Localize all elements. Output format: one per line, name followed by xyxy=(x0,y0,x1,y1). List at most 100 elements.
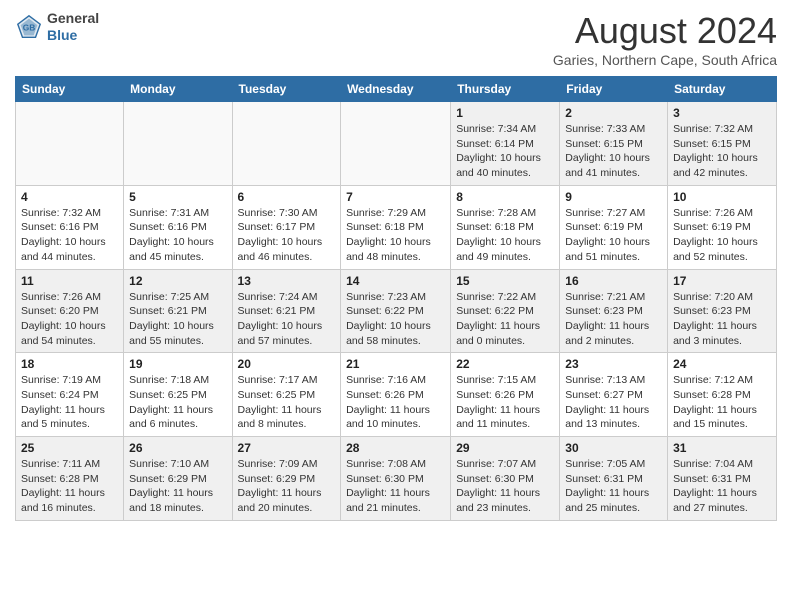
calendar-cell: 26Sunrise: 7:10 AM Sunset: 6:29 PM Dayli… xyxy=(124,437,232,521)
day-info: Sunrise: 7:19 AM Sunset: 6:24 PM Dayligh… xyxy=(21,373,118,432)
calendar-cell: 11 Sunrise: 7:26 AM Sunset: 6:20 PM Dayli… xyxy=(16,269,124,353)
calendar-cell: 25 Sunrise: 7:11 AM Sunset: 6:28 PM Dayli… xyxy=(16,437,124,521)
day-info: Sunrise: 7:29 AM Sunset: 6:18 PM Dayligh… xyxy=(346,206,445,265)
day-info: Sunrise: 7:04 AM Sunset: 6:31 PM Dayligh… xyxy=(673,457,771,516)
calendar-cell: 2 Sunrise: 7:33 AM Sunset: 6:15 PM Daylig… xyxy=(560,102,668,186)
day-number: 2 xyxy=(565,106,662,120)
calendar-cell: 4 Sunrise: 7:32 AM Sunset: 6:16 PM Daylig… xyxy=(16,185,124,269)
calendar-cell: 17 Sunrise: 7:20 AM Sunset: 6:23 PM Dayli… xyxy=(668,269,777,353)
calendar-cell xyxy=(232,102,341,186)
calendar-cell: 29Sunrise: 7:07 AM Sunset: 6:30 PM Dayli… xyxy=(451,437,560,521)
day-info: Sunrise: 7:15 AM Sunset: 6:26 PM Dayligh… xyxy=(456,373,554,432)
day-info: Sunrise: 7:30 AM Sunset: 6:17 PM Dayligh… xyxy=(238,206,336,265)
calendar-cell: 31 Sunrise: 7:04 AM Sunset: 6:31 PM Dayli… xyxy=(668,437,777,521)
day-info: Sunrise: 7:05 AM Sunset: 6:31 PM Dayligh… xyxy=(565,457,662,516)
calendar-week-row: 25 Sunrise: 7:11 AM Sunset: 6:28 PM Dayli… xyxy=(16,437,777,521)
day-info: Sunrise: 7:17 AM Sunset: 6:25 PM Dayligh… xyxy=(238,373,336,432)
day-number: 31 xyxy=(673,441,771,455)
day-number: 1 xyxy=(456,106,554,120)
svg-text:GB: GB xyxy=(23,23,36,33)
day-info: Sunrise: 7:32 AM Sunset: 6:16 PM Dayligh… xyxy=(21,206,118,265)
column-header-friday: Friday xyxy=(560,77,668,102)
day-info: Sunrise: 7:27 AM Sunset: 6:19 PM Dayligh… xyxy=(565,206,662,265)
day-info: Sunrise: 7:26 AM Sunset: 6:19 PM Dayligh… xyxy=(673,206,771,265)
day-number: 4 xyxy=(21,190,118,204)
calendar-cell: 16 Sunrise: 7:21 AM Sunset: 6:23 PM Dayli… xyxy=(560,269,668,353)
day-info: Sunrise: 7:33 AM Sunset: 6:15 PM Dayligh… xyxy=(565,122,662,181)
calendar-cell: 7 Sunrise: 7:29 AM Sunset: 6:18 PM Daylig… xyxy=(341,185,451,269)
calendar-week-row: 4 Sunrise: 7:32 AM Sunset: 6:16 PM Daylig… xyxy=(16,185,777,269)
calendar-cell: 18 Sunrise: 7:19 AM Sunset: 6:24 PM Dayli… xyxy=(16,353,124,437)
calendar-cell xyxy=(16,102,124,186)
day-number: 27 xyxy=(238,441,336,455)
day-number: 5 xyxy=(129,190,226,204)
day-info: Sunrise: 7:16 AM Sunset: 6:26 PM Dayligh… xyxy=(346,373,445,432)
calendar-cell: 28Sunrise: 7:08 AM Sunset: 6:30 PM Dayli… xyxy=(341,437,451,521)
header: GB General Blue August 2024 Garies, Nort… xyxy=(15,10,777,68)
day-number: 19 xyxy=(129,357,226,371)
day-number: 8 xyxy=(456,190,554,204)
logo-text: General Blue xyxy=(47,10,99,44)
calendar-cell: 9 Sunrise: 7:27 AM Sunset: 6:19 PM Daylig… xyxy=(560,185,668,269)
day-info: Sunrise: 7:21 AM Sunset: 6:23 PM Dayligh… xyxy=(565,290,662,349)
day-info: Sunrise: 7:13 AM Sunset: 6:27 PM Dayligh… xyxy=(565,373,662,432)
logo-icon: GB xyxy=(15,13,43,41)
day-number: 6 xyxy=(238,190,336,204)
logo-blue-text: Blue xyxy=(47,27,99,44)
day-info: Sunrise: 7:20 AM Sunset: 6:23 PM Dayligh… xyxy=(673,290,771,349)
calendar-cell: 5 Sunrise: 7:31 AM Sunset: 6:16 PM Daylig… xyxy=(124,185,232,269)
day-info: Sunrise: 7:32 AM Sunset: 6:15 PM Dayligh… xyxy=(673,122,771,181)
day-number: 18 xyxy=(21,357,118,371)
day-number: 7 xyxy=(346,190,445,204)
calendar-cell: 20 Sunrise: 7:17 AM Sunset: 6:25 PM Dayli… xyxy=(232,353,341,437)
day-number: 17 xyxy=(673,274,771,288)
day-number: 25 xyxy=(21,441,118,455)
calendar-cell: 14Sunrise: 7:23 AM Sunset: 6:22 PM Dayli… xyxy=(341,269,451,353)
day-number: 23 xyxy=(565,357,662,371)
calendar-cell: 23 Sunrise: 7:13 AM Sunset: 6:27 PM Dayli… xyxy=(560,353,668,437)
day-number: 13 xyxy=(238,274,336,288)
day-number: 12 xyxy=(129,274,226,288)
calendar-cell: 8 Sunrise: 7:28 AM Sunset: 6:18 PM Daylig… xyxy=(451,185,560,269)
day-number: 20 xyxy=(238,357,336,371)
day-info: Sunrise: 7:22 AM Sunset: 6:22 PM Dayligh… xyxy=(456,290,554,349)
column-header-monday: Monday xyxy=(124,77,232,102)
day-number: 3 xyxy=(673,106,771,120)
calendar-cell: 21 Sunrise: 7:16 AM Sunset: 6:26 PM Dayli… xyxy=(341,353,451,437)
column-header-saturday: Saturday xyxy=(668,77,777,102)
day-info: Sunrise: 7:25 AM Sunset: 6:21 PM Dayligh… xyxy=(129,290,226,349)
calendar-cell: 12 Sunrise: 7:25 AM Sunset: 6:21 PM Dayli… xyxy=(124,269,232,353)
day-info: Sunrise: 7:31 AM Sunset: 6:16 PM Dayligh… xyxy=(129,206,226,265)
day-number: 21 xyxy=(346,357,445,371)
calendar-cell: 30 Sunrise: 7:05 AM Sunset: 6:31 PM Dayli… xyxy=(560,437,668,521)
column-header-tuesday: Tuesday xyxy=(232,77,341,102)
day-number: 22 xyxy=(456,357,554,371)
day-number: 9 xyxy=(565,190,662,204)
day-number: 16 xyxy=(565,274,662,288)
calendar-week-row: 1 Sunrise: 7:34 AM Sunset: 6:14 PM Daylig… xyxy=(16,102,777,186)
month-title: August 2024 xyxy=(553,10,777,52)
day-info: Sunrise: 7:34 AM Sunset: 6:14 PM Dayligh… xyxy=(456,122,554,181)
calendar-cell: 10Sunrise: 7:26 AM Sunset: 6:19 PM Dayli… xyxy=(668,185,777,269)
calendar-cell: 15Sunrise: 7:22 AM Sunset: 6:22 PM Dayli… xyxy=(451,269,560,353)
day-number: 14 xyxy=(346,274,445,288)
calendar-cell xyxy=(124,102,232,186)
day-info: Sunrise: 7:28 AM Sunset: 6:18 PM Dayligh… xyxy=(456,206,554,265)
title-area: August 2024 Garies, Northern Cape, South… xyxy=(553,10,777,68)
calendar-cell: 22 Sunrise: 7:15 AM Sunset: 6:26 PM Dayli… xyxy=(451,353,560,437)
day-info: Sunrise: 7:11 AM Sunset: 6:28 PM Dayligh… xyxy=(21,457,118,516)
calendar-cell xyxy=(341,102,451,186)
column-header-thursday: Thursday xyxy=(451,77,560,102)
calendar-cell: 6 Sunrise: 7:30 AM Sunset: 6:17 PM Daylig… xyxy=(232,185,341,269)
calendar-cell: 19Sunrise: 7:18 AM Sunset: 6:25 PM Dayli… xyxy=(124,353,232,437)
calendar-header-row: SundayMondayTuesdayWednesdayThursdayFrid… xyxy=(16,77,777,102)
day-info: Sunrise: 7:07 AM Sunset: 6:30 PM Dayligh… xyxy=(456,457,554,516)
day-info: Sunrise: 7:12 AM Sunset: 6:28 PM Dayligh… xyxy=(673,373,771,432)
day-info: Sunrise: 7:09 AM Sunset: 6:29 PM Dayligh… xyxy=(238,457,336,516)
day-info: Sunrise: 7:10 AM Sunset: 6:29 PM Dayligh… xyxy=(129,457,226,516)
day-info: Sunrise: 7:08 AM Sunset: 6:30 PM Dayligh… xyxy=(346,457,445,516)
day-number: 11 xyxy=(21,274,118,288)
calendar-table: SundayMondayTuesdayWednesdayThursdayFrid… xyxy=(15,76,777,521)
day-info: Sunrise: 7:26 AM Sunset: 6:20 PM Dayligh… xyxy=(21,290,118,349)
day-number: 30 xyxy=(565,441,662,455)
